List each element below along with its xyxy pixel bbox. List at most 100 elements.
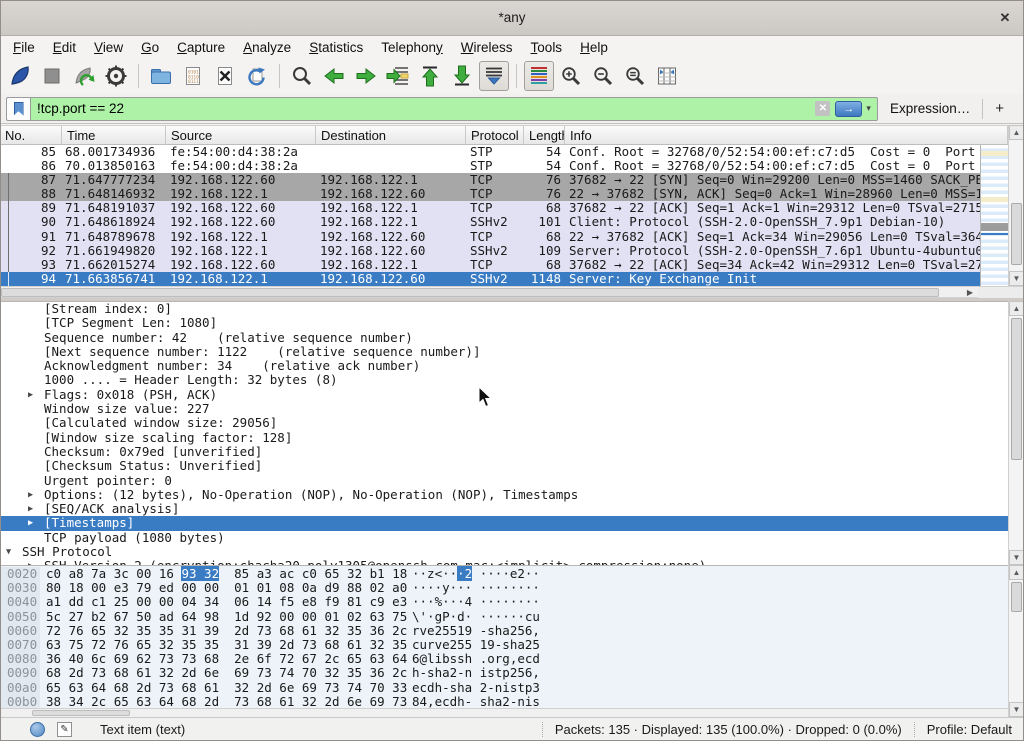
menu-analyze[interactable]: Analyze: [234, 38, 300, 57]
menu-view[interactable]: View: [85, 38, 132, 57]
packet-row-88[interactable]: 8871.648146932192.168.122.1192.168.122.6…: [0, 187, 980, 201]
zoom-in-icon[interactable]: [556, 61, 586, 91]
detail-row[interactable]: 1000 .... = Header Length: 32 bytes (8): [0, 373, 1008, 387]
menu-tools[interactable]: Tools: [522, 38, 572, 57]
packet-row-89[interactable]: 8971.648191037192.168.122.60192.168.122.…: [0, 201, 980, 215]
scrollbar-thumb[interactable]: [1, 288, 939, 297]
packet-row-87[interactable]: 8771.647777234192.168.122.60192.168.122.…: [0, 173, 980, 187]
expert-info-icon[interactable]: [30, 722, 45, 737]
packet-row-92[interactable]: 9271.661949820192.168.122.1192.168.122.6…: [0, 244, 980, 258]
scrollbar-thumb[interactable]: [1011, 582, 1022, 612]
hex-row-0080[interactable]: 008036 40 6c 69 62 73 73 68 2e 6f 72 67 …: [0, 652, 1008, 666]
detail-row[interactable]: Checksum: 0x79ed [unverified]: [0, 445, 1008, 459]
hex-row-0040[interactable]: 0040a1 dd c1 25 00 00 04 34 06 14 f5 e8 …: [0, 595, 1008, 609]
detail-vscrollbar[interactable]: ▲ ▼: [1008, 301, 1024, 565]
menu-help[interactable]: Help: [571, 38, 617, 57]
scroll-down-icon[interactable]: ▼: [1009, 271, 1024, 286]
hex-row-0090[interactable]: 009068 2d 73 68 61 32 2d 6e 69 73 74 70 …: [0, 666, 1008, 680]
detail-row[interactable]: [Stream index: 0]: [0, 302, 1008, 316]
next-packet-icon[interactable]: [351, 61, 381, 91]
scrollbar-thumb[interactable]: [1011, 203, 1022, 265]
goto-packet-icon[interactable]: [383, 61, 413, 91]
title-bar[interactable]: *any ✕: [0, 0, 1024, 36]
hex-hscrollbar[interactable]: [0, 708, 1008, 717]
column-destination[interactable]: Destination: [316, 126, 466, 144]
hex-vscrollbar[interactable]: ▲ ▼: [1008, 565, 1024, 717]
menu-edit[interactable]: Edit: [44, 38, 85, 57]
scrollbar-thumb[interactable]: [1011, 318, 1022, 460]
detail-row[interactable]: [Next sequence number: 1122 (relative se…: [0, 345, 1008, 359]
open-file-folder-icon[interactable]: [146, 61, 176, 91]
menu-wireless[interactable]: Wireless: [452, 38, 522, 57]
packet-row-91[interactable]: 9171.648789678192.168.122.1192.168.122.6…: [0, 230, 980, 244]
scroll-down-icon[interactable]: ▼: [1009, 550, 1024, 565]
detail-row[interactable]: ▼SSH Protocol: [0, 545, 1008, 559]
packet-list-minimap[interactable]: [980, 145, 1008, 286]
add-filter-button[interactable]: +: [995, 100, 1004, 117]
scroll-down-icon[interactable]: ▼: [1009, 702, 1024, 717]
detail-row[interactable]: [Checksum Status: Unverified]: [0, 459, 1008, 473]
menu-go[interactable]: Go: [132, 38, 168, 57]
restart-capture-icon[interactable]: [69, 61, 99, 91]
expand-arrow-icon[interactable]: ▶: [28, 388, 33, 402]
packet-row-86[interactable]: 8670.013850163fe:54:00:d4:38:2aSTP54Conf…: [0, 159, 980, 173]
scroll-up-icon[interactable]: ▲: [1009, 125, 1024, 140]
packet-list-hscrollbar[interactable]: ▶: [0, 286, 978, 298]
close-file-icon[interactable]: [210, 61, 240, 91]
column-time[interactable]: Time: [62, 126, 166, 144]
find-packet-magnifier-icon[interactable]: [287, 61, 317, 91]
hex-row-0030[interactable]: 003080 18 00 e3 79 ed 00 00 01 01 08 0a …: [0, 581, 1008, 595]
last-packet-icon[interactable]: [447, 61, 477, 91]
auto-scroll-icon[interactable]: [479, 61, 509, 91]
column-length[interactable]: Length: [524, 126, 565, 144]
packet-row-90[interactable]: 9071.648618924192.168.122.60192.168.122.…: [0, 215, 980, 229]
hex-row-0050[interactable]: 00505c 27 b2 67 50 ad 64 98 1d 92 00 00 …: [0, 610, 1008, 624]
detail-row[interactable]: ▶Flags: 0x018 (PSH, ACK): [0, 388, 1008, 402]
packet-row-93[interactable]: 9371.662015274192.168.122.60192.168.122.…: [0, 258, 980, 272]
filter-bookmark-button[interactable]: [6, 97, 30, 121]
filter-apply-dropdown-icon[interactable]: ▾: [866, 103, 871, 114]
hex-row-00b0[interactable]: 00b038 34 2c 65 63 64 68 2d 73 68 61 32 …: [0, 695, 1008, 709]
resize-columns-icon[interactable]: [652, 61, 682, 91]
expand-arrow-icon[interactable]: ▶: [28, 488, 33, 502]
hex-row-00a0[interactable]: 00a065 63 64 68 2d 73 68 61 32 2d 6e 69 …: [0, 681, 1008, 695]
display-filter-input[interactable]: !tcp.port == 22 ✕ → ▾: [30, 97, 878, 121]
detail-row[interactable]: ▶Options: (12 bytes), No-Operation (NOP)…: [0, 488, 1008, 502]
scroll-up-icon[interactable]: ▲: [1009, 301, 1024, 316]
stop-capture-icon[interactable]: [37, 61, 67, 91]
expression-button[interactable]: Expression…: [890, 101, 970, 116]
scroll-right-icon[interactable]: ▶: [962, 287, 978, 298]
previous-packet-icon[interactable]: [319, 61, 349, 91]
close-window-icon[interactable]: ✕: [996, 9, 1014, 27]
menu-capture[interactable]: Capture: [168, 38, 234, 57]
filter-clear-icon[interactable]: ✕: [815, 101, 830, 116]
packet-row-94[interactable]: 9471.663856741192.168.122.1192.168.122.6…: [0, 272, 980, 286]
detail-row[interactable]: Acknowledgment number: 34 (relative ack …: [0, 359, 1008, 373]
expand-arrow-icon[interactable]: ▶: [28, 516, 33, 530]
detail-row[interactable]: ▶[Timestamps]: [0, 516, 1008, 530]
hex-row-0020[interactable]: 0020c0 a8 7a 3c 00 16 93 32 85 a3 ac c0 …: [0, 567, 1008, 581]
profile-label[interactable]: Profile: Default: [914, 722, 1016, 737]
zoom-out-icon[interactable]: [588, 61, 618, 91]
scroll-up-icon[interactable]: ▲: [1009, 565, 1024, 580]
detail-row[interactable]: [Window size scaling factor: 128]: [0, 431, 1008, 445]
capture-options-gear-icon[interactable]: [101, 61, 131, 91]
zoom-reset-icon[interactable]: [620, 61, 650, 91]
column-source[interactable]: Source: [166, 126, 316, 144]
display-filter-value[interactable]: !tcp.port == 22: [37, 101, 815, 116]
detail-row[interactable]: Sequence number: 42 (relative sequence n…: [0, 331, 1008, 345]
save-file-icon[interactable]: 010101100111: [178, 61, 208, 91]
packet-row-85[interactable]: 8568.001734936fe:54:00:d4:38:2aSTP54Conf…: [0, 145, 980, 159]
reload-icon[interactable]: [242, 61, 272, 91]
detail-row[interactable]: TCP payload (1080 bytes): [0, 531, 1008, 545]
packet-list-vscrollbar[interactable]: ▲ ▼: [1008, 125, 1024, 286]
hex-row-0070[interactable]: 007063 75 72 76 65 32 35 35 31 39 2d 73 …: [0, 638, 1008, 652]
expand-arrow-icon[interactable]: ▼: [6, 545, 11, 559]
capture-comment-icon[interactable]: ✎: [57, 722, 72, 737]
column-no[interactable]: No.: [0, 126, 62, 144]
colorize-packets-icon[interactable]: [524, 61, 554, 91]
expand-arrow-icon[interactable]: ▶: [28, 502, 33, 516]
menu-file[interactable]: File: [4, 38, 44, 57]
menu-telephony[interactable]: Telephony: [372, 38, 452, 57]
detail-row[interactable]: [TCP Segment Len: 1080]: [0, 316, 1008, 330]
